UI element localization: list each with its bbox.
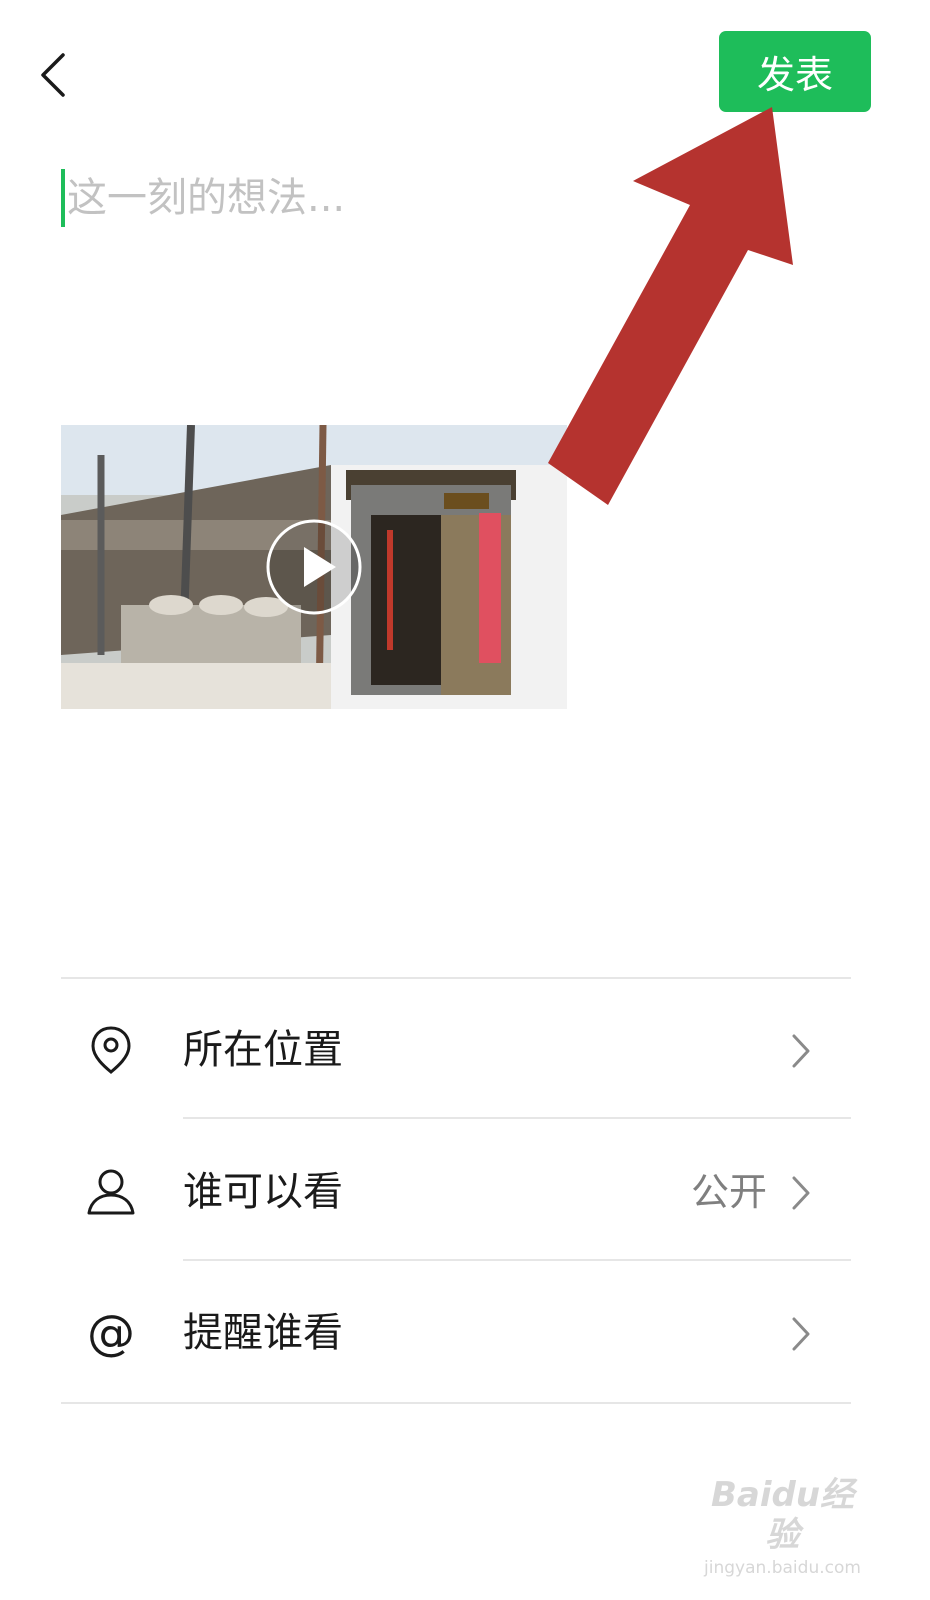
chevron-left-icon xyxy=(41,53,65,97)
svg-text:@: @ xyxy=(87,1307,135,1359)
option-location[interactable]: 所在位置 xyxy=(61,979,851,1119)
play-icon[interactable] xyxy=(264,517,364,617)
option-label: 谁可以看 xyxy=(183,1169,343,1215)
watermark-logo: Baidu经验 xyxy=(710,1475,855,1555)
annotation-arrow xyxy=(548,107,793,505)
back-button[interactable] xyxy=(28,40,78,110)
watermark-url: jingyan.baidu.com xyxy=(704,1558,861,1578)
text-caret xyxy=(61,169,65,227)
chevron-right-icon xyxy=(792,1317,810,1351)
publish-button[interactable]: 发表 xyxy=(719,31,871,112)
baidu-watermark: Baidu经验 jingyan.baidu.com xyxy=(700,1475,865,1578)
post-composer xyxy=(61,166,821,230)
location-pin-icon xyxy=(91,1026,131,1074)
row-divider xyxy=(183,1259,851,1261)
chevron-right-icon xyxy=(792,1176,810,1210)
option-visibility[interactable]: 谁可以看 公开 xyxy=(61,1121,851,1261)
thoughts-input[interactable] xyxy=(67,175,767,221)
person-icon xyxy=(87,1169,135,1215)
option-mention[interactable]: @ 提醒谁看 xyxy=(61,1262,851,1402)
chevron-right-icon xyxy=(792,1034,810,1068)
option-label: 提醒谁看 xyxy=(183,1310,343,1356)
row-divider xyxy=(183,1117,851,1119)
options-divider-bottom xyxy=(61,1402,851,1404)
option-value: 公开 xyxy=(690,1170,767,1214)
video-thumbnail[interactable] xyxy=(61,425,567,709)
option-label: 所在位置 xyxy=(183,1027,343,1073)
at-sign-icon: @ xyxy=(87,1307,135,1359)
